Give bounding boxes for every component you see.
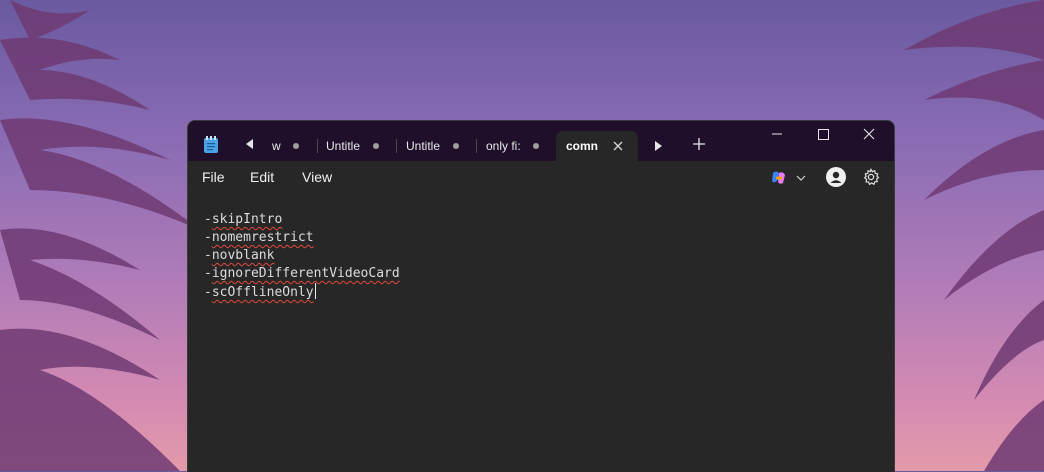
copilot-icon: [772, 171, 785, 184]
minimize-button[interactable]: [754, 121, 800, 153]
menu-edit[interactable]: Edit: [250, 169, 274, 185]
close-window-button[interactable]: [846, 121, 892, 153]
tab[interactable]: w: [262, 131, 312, 161]
editor-line: -ignoreDifferentVideoCard: [204, 265, 400, 283]
line-text: scOfflineOnly: [211, 285, 314, 300]
notepad-window: w Untitle Untitle only fi: comn File Edi…: [187, 120, 895, 472]
line-dash: -: [204, 266, 212, 281]
line-text: novblank: [211, 248, 275, 263]
account-button[interactable]: [826, 167, 846, 187]
line-text: nomemrestrict: [211, 230, 314, 245]
account-icon: [830, 171, 842, 183]
tab[interactable]: Untitle: [316, 131, 394, 161]
tab-label: comn: [566, 139, 599, 153]
unsaved-dot-icon: [373, 143, 379, 149]
new-tab-button[interactable]: [693, 134, 705, 154]
tab-label: only fi:: [486, 139, 521, 153]
plus-icon: [693, 138, 705, 150]
copilot-button[interactable]: [768, 167, 810, 189]
tab[interactable]: only fi:: [476, 131, 554, 161]
editor-line: -nomemrestrict: [204, 229, 314, 247]
line-dash: -: [204, 248, 212, 263]
notepad-icon: [204, 136, 218, 153]
menu-view[interactable]: View: [302, 169, 332, 185]
editor-line: -skipIntro: [204, 211, 282, 229]
unsaved-dot-icon: [533, 143, 539, 149]
editor-line: -scOfflineOnly: [204, 283, 316, 301]
unsaved-dot-icon: [293, 143, 299, 149]
tab-active[interactable]: comn: [556, 131, 638, 161]
close-tab-icon[interactable]: [613, 141, 623, 151]
maximize-icon: [818, 129, 829, 140]
line-dash: -: [204, 212, 212, 227]
line-text: ignoreDifferentVideoCard: [211, 266, 400, 281]
line-dash: -: [204, 285, 212, 300]
minimize-icon: [772, 133, 782, 135]
line-dash: -: [204, 230, 212, 245]
close-icon: [863, 128, 875, 140]
text-cursor: [314, 283, 316, 299]
menu-file[interactable]: File: [202, 169, 225, 185]
editor-line: -novblank: [204, 247, 274, 265]
maximize-button[interactable]: [800, 121, 846, 153]
tab[interactable]: Untitle: [396, 131, 474, 161]
scroll-tabs-right-button[interactable]: [655, 141, 662, 151]
chevron-down-icon: [796, 175, 806, 181]
tab-label: w: [272, 139, 281, 153]
gear-icon: [863, 168, 880, 186]
tab-label: Untitle: [406, 139, 441, 153]
scroll-tabs-left-button[interactable]: [246, 139, 253, 149]
tab-label: Untitle: [326, 139, 361, 153]
settings-button[interactable]: [862, 168, 880, 186]
unsaved-dot-icon: [453, 143, 459, 149]
title-bar: w Untitle Untitle only fi: comn: [188, 121, 894, 161]
text-editor[interactable]: -skipIntro -nomemrestrict -novblank -ign…: [188, 194, 894, 472]
menu-bar: File Edit View: [188, 161, 894, 194]
line-text: skipIntro: [211, 212, 283, 227]
